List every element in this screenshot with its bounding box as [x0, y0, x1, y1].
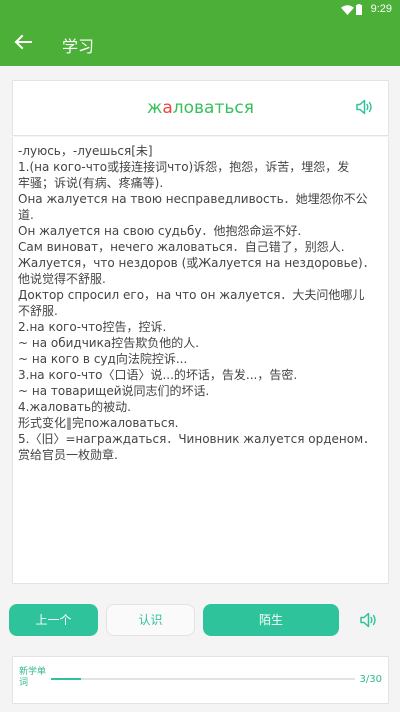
- page-title: 学习: [62, 37, 95, 56]
- previous-button[interactable]: 上一个: [9, 604, 98, 636]
- definition-line: 他说觉得不舒服.: [18, 272, 106, 286]
- definition-line: 2.на кого-что控告，控诉.: [18, 320, 167, 334]
- progress-fill: [51, 678, 82, 680]
- definition-line: 5.〈旧〉=награждаться．Чиновник жалуется орд…: [18, 432, 376, 446]
- app-bar: 9:29 学习: [0, 0, 400, 66]
- know-button[interactable]: 认识: [106, 604, 195, 636]
- definition-line: 1.(на кого-что或接连接词что)诉怨，抱怨，诉苦，埋怨，发: [18, 160, 350, 174]
- headword-prefix: ж: [147, 98, 163, 118]
- speaker-icon[interactable]: [356, 99, 374, 115]
- definition-line: -луюсь，-луешься[未]: [18, 144, 153, 158]
- definition-line: Доктор спросил его，на что он жалуется．大夫…: [18, 288, 365, 302]
- arrow-left-icon[interactable]: [14, 34, 32, 50]
- definition-line: 3.на кого-что〈口语〉说...的坏话，告发...，告密.: [18, 368, 298, 382]
- definition-line: Она жалуется на твою несправедливость．她埋…: [18, 192, 368, 206]
- unfamiliar-button[interactable]: 陌生: [203, 604, 339, 636]
- definition-line: ~ на обидчика控告欺负他的人.: [18, 336, 200, 350]
- definition-panel: -луюсь，-луешься[未] 1.(на кого-что或接连接词что…: [12, 137, 389, 584]
- definition-line: 牢骚；诉说(有病、疼痛等).: [18, 176, 164, 190]
- definition-line: ~ на кого в суд向法院控诉...: [18, 352, 188, 366]
- word-card: жаловаться: [12, 80, 389, 136]
- headword-stress: а: [162, 98, 173, 118]
- definition-line: ~ на товарищей说同志们的坏话.: [18, 384, 210, 398]
- progress-card: 新学单词 3/30: [12, 656, 389, 704]
- definition-line: Жалуется，что нездоров (或Жалуется на незд…: [18, 256, 375, 270]
- wifi-icon: [341, 5, 354, 15]
- definition-line: 不舒服.: [18, 304, 58, 318]
- definition-line: Сам виноват，нечего жаловаться．自己错了，别怨人.: [18, 240, 345, 254]
- headword-rest: ловаться: [172, 98, 254, 118]
- progress-track: [51, 678, 355, 680]
- progress-label: 新学单词: [19, 667, 47, 688]
- definition-line: 形式变化‖完пожаловаться.: [18, 416, 179, 430]
- definition-line: Он жалуется на свою судьбу．他抱怨命运不好.: [18, 224, 302, 238]
- definition-line: 赏给官员一枚勋章.: [18, 448, 118, 462]
- definition-line: 道.: [18, 208, 34, 222]
- progress-count: 3/30: [359, 674, 382, 685]
- battery-icon: [356, 4, 362, 15]
- headword: жаловаться: [13, 98, 388, 118]
- speaker-icon[interactable]: [360, 612, 378, 628]
- status-bar: 9:29: [0, 0, 400, 20]
- status-time: 9:29: [370, 3, 392, 15]
- definition-line: 4.жаловать的被动.: [18, 400, 131, 414]
